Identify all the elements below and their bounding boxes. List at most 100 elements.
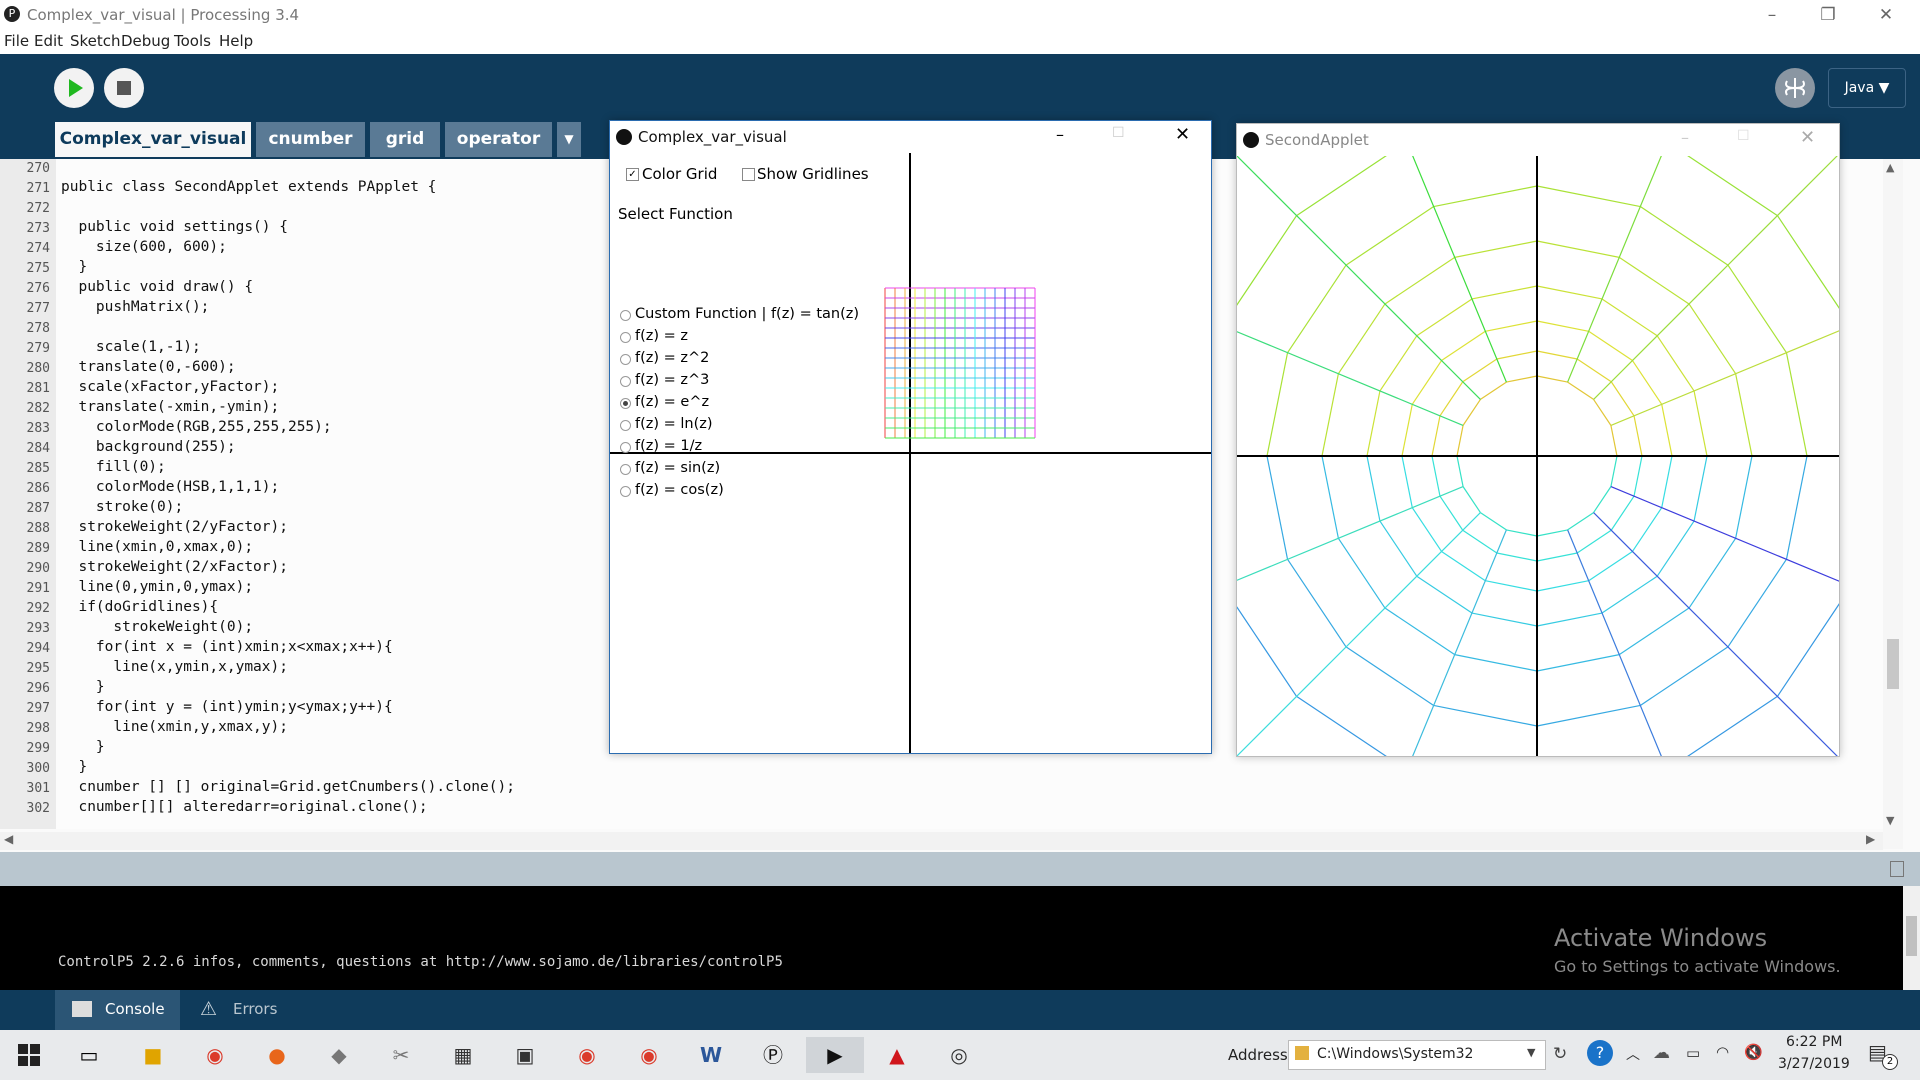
code-line[interactable]: }	[61, 259, 87, 275]
code-line[interactable]: translate(0,-600);	[61, 359, 235, 375]
code-line[interactable]: strokeWeight(0);	[61, 619, 253, 635]
menu-debug[interactable]: Debug	[121, 32, 170, 50]
file-explorer-icon[interactable]: ■	[134, 1037, 172, 1073]
paint-icon[interactable]: ◆	[320, 1037, 358, 1073]
scroll-thumb[interactable]	[1906, 916, 1917, 956]
menu-sketch[interactable]: Sketch	[70, 32, 121, 50]
code-line[interactable]: line(0,ymin,0,ymax);	[61, 579, 253, 595]
snipping-tool-icon[interactable]: ✂	[382, 1037, 420, 1073]
code-line[interactable]: }	[61, 679, 105, 695]
code-line[interactable]: public void draw() {	[61, 279, 253, 295]
tab-cnumber[interactable]: cnumber	[256, 122, 365, 157]
code-line[interactable]: scale(1,-1);	[61, 339, 201, 355]
code-line[interactable]: fill(0);	[61, 459, 166, 475]
minimize-icon[interactable]: –	[1752, 2, 1792, 28]
onedrive-icon[interactable]: ☁	[1653, 1043, 1670, 1063]
refresh-icon[interactable]: ↻	[1553, 1044, 1567, 1064]
clock-time[interactable]: 6:22 PM	[1786, 1034, 1842, 1050]
errors-tab[interactable]: ⚠ Errors	[188, 990, 298, 1030]
clock-date[interactable]: 3/27/2019	[1778, 1056, 1850, 1072]
code-line[interactable]: pushMatrix();	[61, 299, 210, 315]
code-line[interactable]: colorMode(RGB,255,255,255);	[61, 419, 332, 435]
scroll-down-arrow-icon[interactable]: ▼	[1886, 814, 1894, 827]
function-radio[interactable]	[620, 376, 631, 387]
close-icon[interactable]: ✕	[1866, 2, 1906, 28]
code-line[interactable]: cnumber[][] alteredarr=original.clone();	[61, 799, 427, 815]
code-line[interactable]: for(int x = (int)xmin;x<xmax;x++){	[61, 639, 393, 655]
mode-selector[interactable]: Java ▼	[1828, 68, 1906, 108]
function-radio[interactable]	[620, 486, 631, 497]
processing-icon[interactable]: Ⓟ	[754, 1037, 792, 1073]
maximize-icon[interactable]: ☐	[1112, 125, 1125, 141]
acrobat-icon[interactable]: ▲	[878, 1037, 916, 1073]
word-icon[interactable]: W	[692, 1037, 730, 1073]
calculator-icon[interactable]: ▦	[444, 1037, 482, 1073]
tabs-menu-button[interactable]: ▼	[557, 122, 581, 157]
close-icon[interactable]: ✕	[1175, 124, 1190, 145]
second-applet-window[interactable]: SecondApplet – ☐ ✕	[1236, 123, 1840, 757]
debug-button[interactable]	[1775, 68, 1815, 108]
minimize-icon[interactable]: –	[1056, 125, 1064, 144]
obs-icon[interactable]: ◎	[940, 1037, 978, 1073]
firefox-icon[interactable]: ●	[258, 1037, 296, 1073]
wifi-icon[interactable]: ◠	[1716, 1043, 1729, 1061]
scroll-left-arrow-icon[interactable]: ◀	[4, 832, 13, 846]
function-radio[interactable]	[620, 310, 631, 321]
code-line[interactable]: public class SecondApplet extends PApple…	[61, 179, 436, 195]
close-icon[interactable]: ✕	[1800, 127, 1815, 148]
code-line[interactable]: }	[61, 739, 105, 755]
function-radio[interactable]	[620, 442, 631, 453]
menu-edit[interactable]: Edit	[34, 32, 63, 50]
function-radio[interactable]	[620, 354, 631, 365]
menu-help[interactable]: Help	[219, 32, 253, 50]
console-tab[interactable]: Console	[55, 990, 180, 1030]
help-icon[interactable]: ?	[1587, 1040, 1613, 1066]
chevron-down-icon[interactable]: ▼	[1527, 1046, 1535, 1059]
function-radio[interactable]	[620, 398, 631, 409]
code-line[interactable]: scale(xFactor,yFactor);	[61, 379, 279, 395]
console-output[interactable]: ControlP5 2.2.6 infos, comments, questio…	[0, 886, 1903, 990]
editor-vertical-scrollbar[interactable]: ▲ ▼	[1883, 159, 1903, 849]
code-line[interactable]: strokeWeight(2/xFactor);	[61, 559, 288, 575]
function-radio[interactable]	[620, 464, 631, 475]
task-view-icon[interactable]: ▭	[70, 1037, 108, 1073]
scroll-up-arrow-icon[interactable]: ▲	[1886, 161, 1894, 174]
tab-complex-var-visual[interactable]: Complex_var_visual	[55, 122, 251, 157]
code-line[interactable]: line(xmin,0,xmax,0);	[61, 539, 253, 555]
code-line[interactable]: line(x,ymin,x,ymax);	[61, 659, 288, 675]
code-line[interactable]: strokeWeight(2/yFactor);	[61, 519, 288, 535]
complex-var-visual-window[interactable]: Complex_var_visual – ☐ ✕ ✓ Color Grid Sh…	[609, 120, 1212, 754]
code-line[interactable]: cnumber [] [] original=Grid.getCnumbers(…	[61, 779, 515, 795]
minimize-icon[interactable]: –	[1681, 128, 1689, 147]
function-radio[interactable]	[620, 332, 631, 343]
code-line[interactable]: public void settings() {	[61, 219, 288, 235]
console-scrollbar[interactable]	[1903, 886, 1920, 990]
menu-tools[interactable]: Tools	[174, 32, 211, 50]
code-line[interactable]: background(255);	[61, 439, 236, 455]
function-radio[interactable]	[620, 420, 631, 431]
tab-grid[interactable]: grid	[370, 122, 440, 157]
windows-start-icon[interactable]	[10, 1037, 48, 1073]
code-line[interactable]: translate(-xmin,-ymin);	[61, 399, 279, 415]
clipboard-icon[interactable]	[1890, 861, 1904, 877]
tab-operator[interactable]: operator	[445, 122, 552, 157]
scroll-thumb[interactable]	[1887, 639, 1899, 689]
terminal-icon[interactable]: ▣	[506, 1037, 544, 1073]
code-line[interactable]: colorMode(HSB,1,1,1);	[61, 479, 279, 495]
menu-file[interactable]: File	[4, 32, 29, 50]
code-line[interactable]: line(xmin,y,xmax,y);	[61, 719, 288, 735]
volume-mute-icon[interactable]: 🔇	[1744, 1043, 1763, 1061]
maximize-icon[interactable]: ☐	[1737, 128, 1750, 144]
chrome-icon[interactable]: ◉	[196, 1037, 234, 1073]
chrome-profile-icon[interactable]: ◉	[630, 1037, 668, 1073]
editor-horizontal-scrollbar[interactable]: ◀ ▶	[0, 832, 1883, 850]
run-button[interactable]	[54, 68, 94, 108]
code-line[interactable]: for(int y = (int)ymin;y<ymax;y++){	[61, 699, 393, 715]
chrome-profile-icon[interactable]: ◉	[568, 1037, 606, 1073]
code-line[interactable]: }	[61, 759, 87, 775]
battery-icon[interactable]: ▭	[1686, 1044, 1700, 1062]
code-line[interactable]: if(doGridlines){	[61, 599, 218, 615]
running-sketch-icon[interactable]: ▶	[806, 1037, 864, 1073]
restore-icon[interactable]: ❐	[1808, 2, 1848, 28]
stop-button[interactable]	[104, 68, 144, 108]
